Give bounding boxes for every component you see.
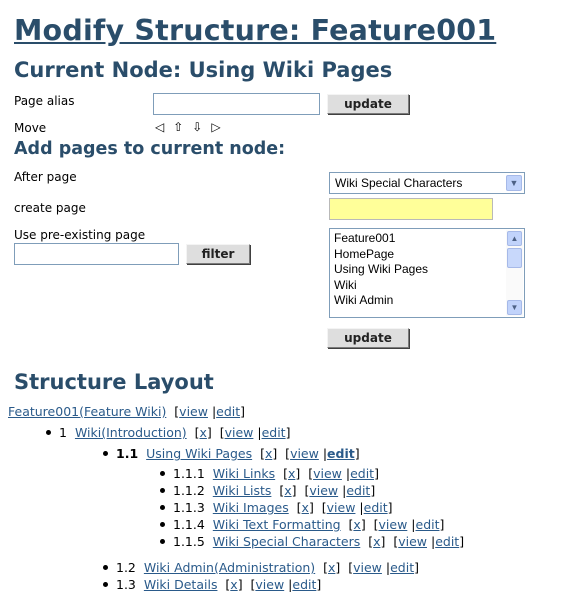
bullet-icon (103, 565, 108, 570)
filter-input[interactable] (14, 243, 179, 265)
bullet-icon (46, 430, 51, 435)
tree-node: 1.1.4 Wiki Text Formatting [x] [view |ed… (160, 517, 444, 532)
move-left-icon[interactable]: ◁ (155, 120, 164, 134)
node-page-link[interactable]: Using Wiki Pages (142, 446, 252, 461)
tree-root: Feature001(Feature Wiki) [view |edit] (8, 404, 246, 419)
after-page-select[interactable]: Wiki Special Characters ▼ (329, 172, 525, 194)
node-remove-link[interactable]: x (353, 517, 360, 532)
node-edit-link[interactable]: edit (262, 425, 286, 440)
after-page-label: After page (14, 170, 77, 184)
add-pages-update-button[interactable]: update (327, 328, 409, 348)
scroll-up-icon[interactable]: ▲ (507, 231, 522, 246)
move-up-icon[interactable]: ⇧ (173, 120, 183, 134)
node-page-link[interactable]: Wiki Details (140, 577, 218, 592)
node-number: 1.1.2 (173, 483, 205, 498)
list-item[interactable]: Using Wiki Pages (334, 262, 428, 278)
current-node-heading: Current Node: Using Wiki Pages (14, 58, 393, 82)
node-number: 1.1.5 (173, 534, 205, 549)
node-page-link[interactable]: Wiki Links (209, 466, 275, 481)
tree-node: 1.1.5 Wiki Special Characters [x] [view … (160, 534, 464, 549)
node-edit-link[interactable]: edit (364, 500, 388, 515)
tree-node: 1.1.3 Wiki Images [x] [view |edit] (160, 500, 393, 515)
tree-node: 1.1.1 Wiki Links [x] [view |edit] (160, 466, 379, 481)
node-remove-link[interactable]: x (230, 577, 237, 592)
root-view-link[interactable]: view (179, 404, 208, 419)
bullet-icon (160, 522, 165, 527)
list-item[interactable]: Wiki (334, 278, 428, 294)
list-item[interactable]: HomePage (334, 247, 428, 263)
page-alias-update-button[interactable]: update (327, 94, 409, 114)
page-alias-input[interactable] (153, 93, 320, 115)
move-right-icon[interactable]: ▷ (211, 120, 220, 134)
node-edit-link[interactable]: edit (416, 517, 440, 532)
root-edit-link[interactable]: edit (216, 404, 240, 419)
move-label: Move (14, 121, 47, 135)
page-title: Modify Structure: Feature001 (14, 14, 497, 47)
node-view-link[interactable]: view (398, 534, 427, 549)
node-number: 1.1.4 (173, 517, 205, 532)
node-edit-link[interactable]: edit (327, 446, 355, 461)
after-page-selected-value: Wiki Special Characters (335, 176, 463, 190)
tree-node: 1.2 Wiki Admin(Administration) [x] [view… (103, 560, 419, 575)
node-view-link[interactable]: view (327, 500, 356, 515)
filter-button[interactable]: filter (186, 244, 250, 264)
tree-node: 1.1.2 Wiki Lists [x] [view |edit] (160, 483, 375, 498)
node-view-link[interactable]: view (290, 446, 319, 461)
node-view-link[interactable]: view (313, 466, 342, 481)
node-number: 1.3 (116, 577, 136, 592)
pre-existing-page-label: Use pre-existing page (14, 228, 146, 242)
node-view-link[interactable]: view (255, 577, 284, 592)
scroll-thumb[interactable] (507, 248, 522, 268)
node-view-link[interactable]: view (379, 517, 408, 532)
node-number: 1.1.1 (173, 466, 205, 481)
node-edit-link[interactable]: edit (346, 483, 370, 498)
bullet-icon (103, 451, 108, 456)
node-page-link[interactable]: Wiki Lists (209, 483, 272, 498)
node-remove-link[interactable]: x (373, 534, 380, 549)
tree-node: 1.3 Wiki Details [x] [view |edit] (103, 577, 321, 592)
node-page-link[interactable]: Wiki(Introduction) (71, 425, 187, 440)
node-number: 1 (59, 425, 67, 440)
node-edit-link[interactable]: edit (350, 466, 374, 481)
chevron-down-icon[interactable]: ▼ (506, 175, 522, 191)
create-page-input[interactable] (329, 198, 493, 220)
list-item[interactable]: Wiki Admin (334, 293, 428, 309)
node-view-link[interactable]: view (309, 483, 338, 498)
pre-existing-page-list[interactable]: Feature001 HomePage Using Wiki Pages Wik… (329, 228, 525, 318)
node-remove-link[interactable]: x (284, 483, 291, 498)
node-page-link[interactable]: Wiki Special Characters (209, 534, 360, 549)
node-edit-link[interactable]: edit (435, 534, 459, 549)
scroll-down-icon[interactable]: ▼ (507, 300, 522, 315)
page-alias-label: Page alias (14, 94, 75, 108)
move-down-icon[interactable]: ⇩ (192, 120, 202, 134)
structure-layout-heading: Structure Layout (14, 370, 214, 394)
bullet-icon (103, 582, 108, 587)
node-number: 1.2 (116, 560, 136, 575)
node-page-link[interactable]: Wiki Admin(Administration) (140, 560, 315, 575)
move-controls: ◁ ⇧ ⇩ ▷ (155, 120, 221, 134)
list-item[interactable]: Feature001 (334, 231, 428, 247)
node-edit-link[interactable]: edit (292, 577, 316, 592)
root-page-link[interactable]: Feature001(Feature Wiki) (8, 404, 166, 419)
bullet-icon (160, 539, 165, 544)
node-number: 1.1 (116, 446, 139, 461)
list-scrollbar[interactable]: ▲ ▼ (506, 230, 523, 316)
node-edit-link[interactable]: edit (390, 560, 414, 575)
node-page-link[interactable]: Wiki Text Formatting (209, 517, 341, 532)
node-view-link[interactable]: view (225, 425, 254, 440)
bullet-icon (160, 505, 165, 510)
tree-node: 1.1 Using Wiki Pages [x] [view |edit] (103, 446, 360, 461)
add-pages-heading: Add pages to current node: (14, 139, 286, 159)
bullet-icon (160, 471, 165, 476)
tree-node: 1 Wiki(Introduction) [x] [view |edit] (46, 425, 290, 440)
node-page-link[interactable]: Wiki Images (209, 500, 289, 515)
node-view-link[interactable]: view (353, 560, 382, 575)
node-remove-link[interactable]: x (302, 500, 309, 515)
node-remove-link[interactable]: x (199, 425, 206, 440)
create-page-label: create page (14, 201, 86, 215)
node-number: 1.1.3 (173, 500, 205, 515)
bullet-icon (160, 488, 165, 493)
